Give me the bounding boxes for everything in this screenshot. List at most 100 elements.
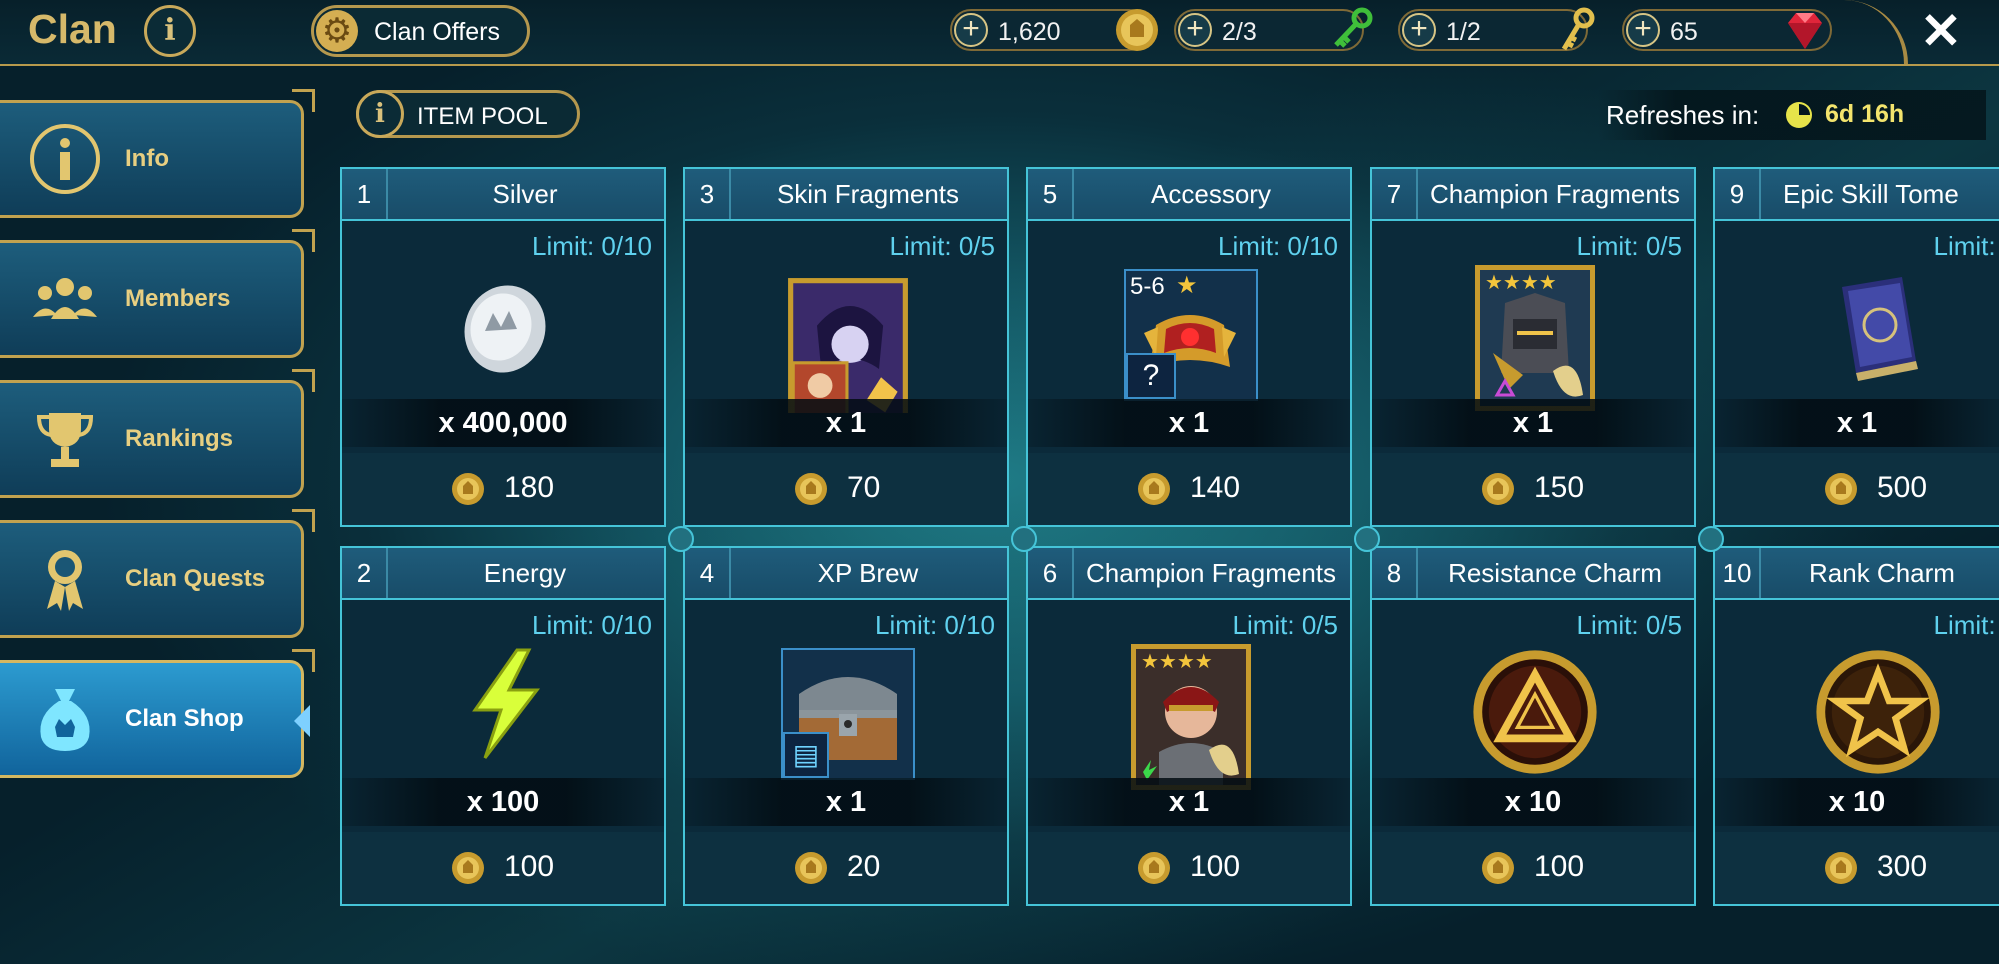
gold-coin-icon [1138, 852, 1170, 884]
item-name: Resistance Charm [1448, 558, 1662, 588]
item-quantity: x 10 [1715, 778, 1999, 826]
clan-offers-button[interactable]: ⚙ Clan Offers [311, 5, 530, 57]
close-icon[interactable]: ✕ [1920, 2, 1962, 60]
sidebar-item-label: Info [125, 145, 169, 172]
refresh-label: Refreshes in: [1606, 100, 1760, 130]
gold-coin-icon [1482, 473, 1514, 505]
green-key-icon [1334, 7, 1373, 48]
buy-button[interactable]: 300 [1715, 832, 1999, 904]
green-key-resource: + 2/3 [1174, 7, 1373, 51]
item-name: Champion Fragments [1086, 558, 1336, 588]
item-limit: Limit: 0/5 [889, 231, 996, 261]
sidebar-item-rankings[interactable]: Rankings [0, 369, 315, 498]
add-gold-button[interactable]: + [954, 13, 988, 47]
gold-coin-icon [795, 473, 827, 505]
buy-button[interactable]: 500 [1715, 453, 1999, 525]
item-number: 2 [342, 548, 388, 598]
add-gem-button[interactable]: + [1626, 13, 1660, 47]
item-quantity: x 1 [685, 778, 1007, 826]
add-gold-key-button[interactable]: + [1402, 13, 1436, 47]
item-price: 150 [1534, 471, 1585, 504]
item-number: 5 [1028, 169, 1074, 219]
buy-button[interactable]: 150 [1372, 453, 1694, 525]
beer-mug-icon: ▤ [783, 732, 829, 778]
gold-value: 1,620 [998, 18, 1061, 46]
buy-button[interactable]: 100 [1028, 832, 1350, 904]
item-number: 7 [1372, 169, 1418, 219]
gold-coin-icon [1116, 9, 1158, 51]
sidebar-item-clan-quests[interactable]: Clan Quests [0, 509, 315, 638]
item-price: 70 [847, 471, 881, 504]
sidebar-item-members[interactable]: Members [0, 229, 315, 358]
item-name: Skin Fragments [776, 179, 960, 209]
shop-item-silver[interactable]: 1 Silver Limit: 0/10 x 400,000 180 [340, 167, 666, 527]
members-icon [33, 278, 97, 319]
item-price: 500 [1877, 471, 1928, 504]
shop-item-champion-fragments-6[interactable]: 6 Champion Fragments Limit: 0/5 ★★★★ x 1 … [1026, 546, 1352, 906]
item-name: XP Brew [817, 558, 919, 588]
shop-item-epic-skill-tome[interactable]: 9 Epic Skill Tome Limit: 0/5 x 1 500 [1713, 167, 1999, 527]
item-price: 300 [1877, 850, 1928, 883]
gold-coin-icon [452, 473, 484, 505]
gold-key-icon [1561, 7, 1595, 51]
item-name: Epic Skill Tome [1783, 179, 1959, 209]
item-limit: Limit: 0/5 [1576, 610, 1683, 640]
rank-charm-icon [1816, 650, 1940, 774]
shop-item-champion-fragments-7[interactable]: 7 Champion Fragments Limit: 0/5 ★★★★ x 1 … [1370, 167, 1696, 527]
shop-item-rank-charm[interactable]: 10 Rank Charm Limit: 0/5 x 10 300 [1713, 546, 1999, 906]
page-title: Clan [28, 6, 117, 52]
sidebar-item-label: Clan Shop [125, 705, 244, 732]
clan-offers-label: Clan Offers [374, 18, 500, 46]
item-pool-button[interactable]: i ITEM POOL [356, 90, 580, 138]
item-quantity: x 1 [685, 399, 1007, 447]
resistance-charm-icon [1473, 650, 1597, 774]
item-number: 6 [1028, 548, 1074, 598]
item-name: Rank Charm [1809, 558, 1955, 588]
buy-button[interactable]: 140 [1028, 453, 1350, 525]
item-number: 3 [685, 169, 731, 219]
silver-coin-icon [464, 285, 546, 373]
skin-portrait-icon [788, 278, 908, 413]
active-indicator [294, 705, 310, 737]
buy-button[interactable]: 180 [342, 453, 664, 525]
item-quantity: x 1 [1372, 399, 1694, 447]
item-limit: Limit: 0/5 [1933, 610, 1999, 640]
item-limit: Limit: 0/5 [1232, 610, 1339, 640]
xp-brew-frame: ▤ [781, 648, 915, 780]
item-number: 4 [685, 548, 731, 598]
gold-coin-icon [1825, 852, 1857, 884]
sidebar-item-info[interactable]: Info [0, 89, 315, 218]
gold-coin-icon [1138, 473, 1170, 505]
item-name: Silver [492, 179, 558, 209]
accessory-frame: 5-6 ★ ? [1124, 269, 1258, 401]
shop-item-accessory[interactable]: 5 Accessory Limit: 0/10 5-6 ★ ? x 1 140 [1026, 167, 1352, 527]
item-number: 8 [1372, 548, 1418, 598]
shop-item-skin-fragments[interactable]: 3 Skin Fragments Limit: 0/5 x 1 70 [683, 167, 1009, 527]
svg-text:★★★★: ★★★★ [1485, 270, 1557, 294]
item-name: Champion Fragments [1430, 179, 1680, 209]
item-quantity: x 100 [342, 778, 664, 826]
gold-key-resource: + 1/2 [1398, 7, 1595, 51]
gold-coin-icon [1825, 473, 1857, 505]
info-icon[interactable]: i [144, 5, 196, 57]
gold-resource: + 1,620 [950, 9, 1158, 51]
green-key-value: 2/3 [1222, 18, 1257, 46]
clock-icon [1786, 102, 1812, 128]
buy-button[interactable]: 20 [685, 832, 1007, 904]
item-quantity: x 1 [1028, 778, 1350, 826]
gem-value: 65 [1670, 18, 1698, 46]
add-green-key-button[interactable]: + [1178, 13, 1212, 47]
buy-button[interactable]: 100 [1372, 832, 1694, 904]
item-price: 140 [1190, 471, 1241, 504]
item-limit: Limit: 0/10 [875, 610, 995, 640]
buy-button[interactable]: 100 [342, 832, 664, 904]
gold-coin-icon [795, 852, 827, 884]
item-limit: Limit: 0/5 [1933, 231, 1999, 261]
shop-item-xp-brew[interactable]: 4 XP Brew Limit: 0/10 ▤ x 1 20 [683, 546, 1009, 906]
buy-button[interactable]: 70 [685, 453, 1007, 525]
shop-item-energy[interactable]: 2 Energy Limit: 0/10 x 100 100 [340, 546, 666, 906]
refresh-timer: Refreshes in: 6d 16h [1598, 90, 1986, 140]
shop-item-resistance-charm[interactable]: 8 Resistance Charm Limit: 0/5 x 10 100 [1370, 546, 1696, 906]
item-price: 100 [1190, 850, 1241, 883]
sidebar-item-clan-shop[interactable]: Clan Shop [0, 649, 315, 778]
